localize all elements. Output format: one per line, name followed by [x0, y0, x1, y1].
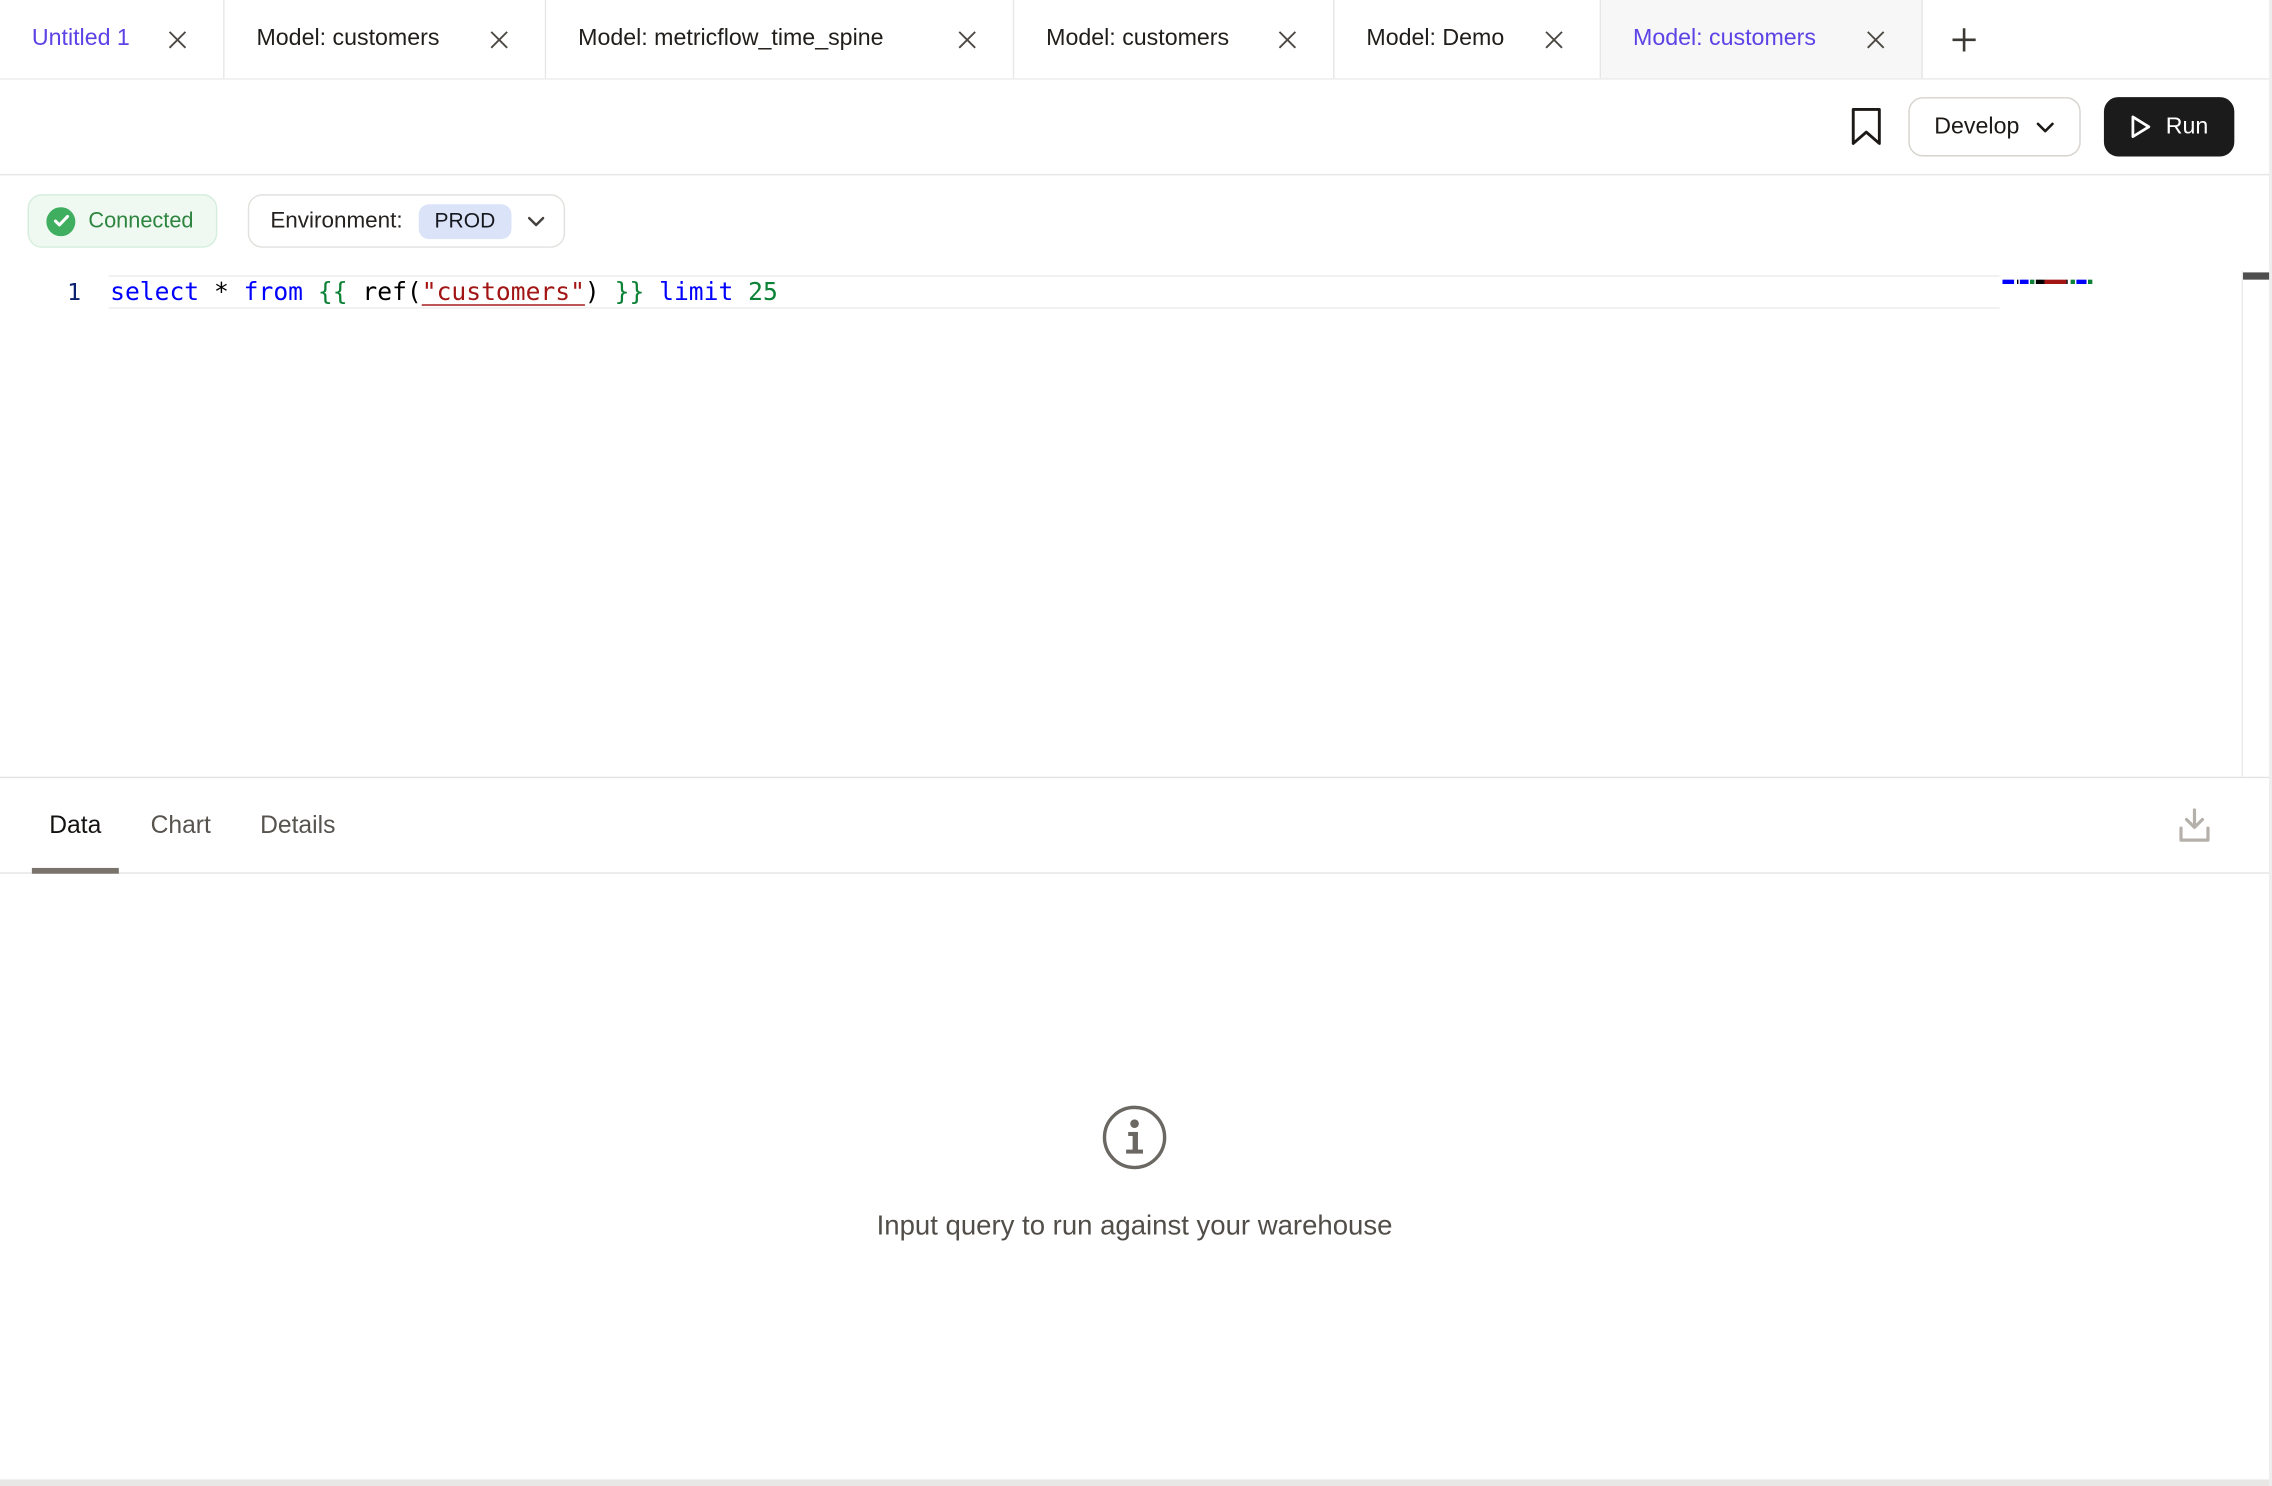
close-icon[interactable]: [168, 30, 187, 49]
environment-label: Environment:: [270, 208, 402, 234]
minimap-segment: [2044, 280, 2066, 284]
results-tab-label: Chart: [151, 811, 211, 840]
empty-state-message: Input query to run against your warehous…: [877, 1211, 1393, 1243]
editor-scrollbar-thumb[interactable]: [2243, 272, 2269, 279]
editor-tab-label: Model: Demo: [1366, 26, 1504, 52]
code-token: limit: [659, 278, 733, 307]
editor-tab[interactable]: Model: metricflow_time_spine: [546, 0, 1014, 78]
code-token: from: [244, 278, 303, 307]
editor-tab[interactable]: Model: Demo: [1335, 0, 1602, 78]
minimap-segment: [2020, 280, 2028, 284]
code-token: [733, 278, 748, 307]
play-icon: [2129, 114, 2151, 139]
toolbar: Develop Run: [0, 80, 2269, 176]
develop-button[interactable]: Develop: [1908, 97, 2080, 156]
new-tab-button[interactable]: [1923, 0, 2004, 78]
download-button[interactable]: [2176, 806, 2212, 844]
chevron-down-icon: [2035, 121, 2054, 133]
editor-scrollbar-track: [2242, 271, 2243, 777]
close-icon[interactable]: [1545, 30, 1564, 49]
editor-tab[interactable]: Untitled 1: [0, 0, 225, 78]
environment-selector[interactable]: Environment: PROD: [247, 194, 565, 248]
editor-tab-bar: Untitled 1 Model: customers Model: metricf…: [0, 0, 2269, 80]
results-tab-details[interactable]: Details: [243, 778, 353, 872]
close-icon[interactable]: [958, 30, 977, 49]
code-token: [229, 278, 244, 307]
code-token: select: [110, 278, 199, 307]
editor-tab-label: Untitled 1: [32, 26, 130, 52]
editor-tab[interactable]: Model: customers: [225, 0, 547, 78]
line-number-gutter: 1: [0, 275, 81, 310]
results-panel: Data Chart Details: [0, 777, 2269, 1244]
editor-tab[interactable]: Model: customers: [1601, 0, 1923, 78]
bookmark-icon: [1850, 107, 1882, 146]
code-token: *: [214, 278, 229, 307]
results-tab-chart[interactable]: Chart: [133, 778, 228, 872]
status-row: Connected Environment: PROD: [28, 194, 2270, 248]
code-token: {{: [318, 278, 348, 307]
connection-status-badge: Connected: [28, 194, 217, 248]
results-tab-data[interactable]: Data: [32, 778, 119, 872]
editor-tab-label: Model: metricflow_time_spine: [578, 26, 883, 52]
run-button-label: Run: [2166, 114, 2209, 140]
results-empty-state: Input query to run against your warehous…: [0, 1104, 2269, 1243]
editor-tab[interactable]: Model: customers: [1014, 0, 1334, 78]
download-icon: [2176, 806, 2212, 844]
bookmark-button[interactable]: [1850, 107, 1882, 146]
check-icon: [46, 206, 75, 235]
ide-window: Untitled 1 Model: customers Model: metricf…: [0, 0, 2272, 1486]
plus-icon: [1950, 25, 1978, 53]
chevron-down-icon: [527, 215, 544, 227]
sql-editor[interactable]: 1 select * from {{ ref("customers") }} l…: [0, 268, 2269, 777]
code-token: ): [585, 278, 600, 307]
code-line[interactable]: select * from {{ ref("customers") }} lim…: [110, 275, 778, 310]
results-tab-label: Data: [49, 811, 101, 840]
results-tab-bar: Data Chart Details: [0, 778, 2269, 874]
develop-button-label: Develop: [1934, 114, 2019, 140]
line-number: 1: [67, 278, 81, 306]
code-token: "customers": [422, 278, 585, 307]
code-token: (: [407, 278, 422, 307]
code-token: }}: [615, 278, 645, 307]
code-token: ref: [362, 278, 407, 307]
minimap-segment: [2088, 280, 2092, 284]
close-icon[interactable]: [1278, 30, 1297, 49]
bottom-edge: [0, 1480, 2269, 1486]
code-token: 25: [748, 278, 778, 307]
editor-tab-label: Model: customers: [1046, 26, 1229, 52]
minimap-segment: [2002, 280, 2014, 284]
code-token: [644, 278, 659, 307]
connection-status-label: Connected: [88, 209, 193, 234]
run-button[interactable]: Run: [2103, 97, 2234, 156]
code-token: [348, 278, 363, 307]
results-tab-label: Details: [260, 811, 335, 840]
editor-tab-label: Model: customers: [1633, 26, 1816, 52]
close-icon[interactable]: [490, 30, 509, 49]
editor-tab-label: Model: customers: [256, 26, 439, 52]
code-token: [303, 278, 318, 307]
info-icon: [1101, 1104, 1168, 1171]
code-token: [199, 278, 214, 307]
close-icon[interactable]: [1866, 30, 1885, 49]
code-token: [600, 278, 615, 307]
minimap-segment: [2076, 280, 2086, 284]
editor-minimap[interactable]: [2002, 280, 2092, 284]
environment-value-chip: PROD: [419, 204, 512, 239]
